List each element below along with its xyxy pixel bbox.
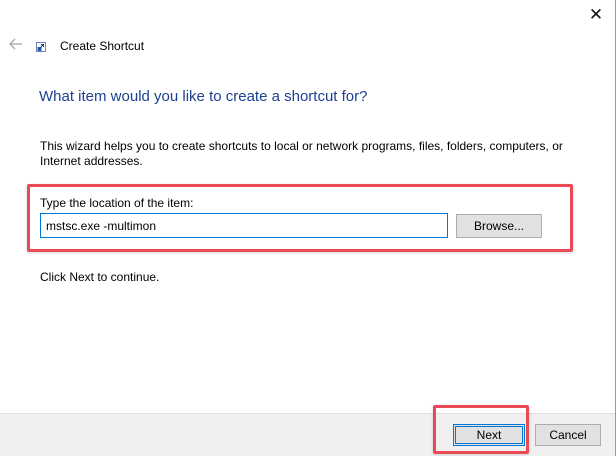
continue-instruction: Click Next to continue.: [40, 270, 160, 284]
create-shortcut-window: ✕ Create Shortcut What item would you li…: [0, 0, 616, 456]
location-label: Type the location of the item:: [40, 196, 194, 210]
shortcut-icon: [36, 42, 46, 52]
back-arrow-icon: [9, 38, 22, 50]
cancel-button[interactable]: Cancel: [535, 424, 601, 446]
close-icon: ✕: [588, 5, 604, 24]
browse-button[interactable]: Browse...: [456, 214, 542, 238]
window-title: Create Shortcut: [60, 39, 145, 53]
location-input[interactable]: [40, 213, 448, 238]
wizard-description: This wizard helps you to create shortcut…: [40, 139, 563, 168]
next-button[interactable]: Next: [453, 424, 525, 446]
page-heading: What item would you like to create a sho…: [39, 88, 368, 105]
back-button[interactable]: [6, 34, 26, 54]
close-button[interactable]: ✕: [581, 0, 611, 30]
